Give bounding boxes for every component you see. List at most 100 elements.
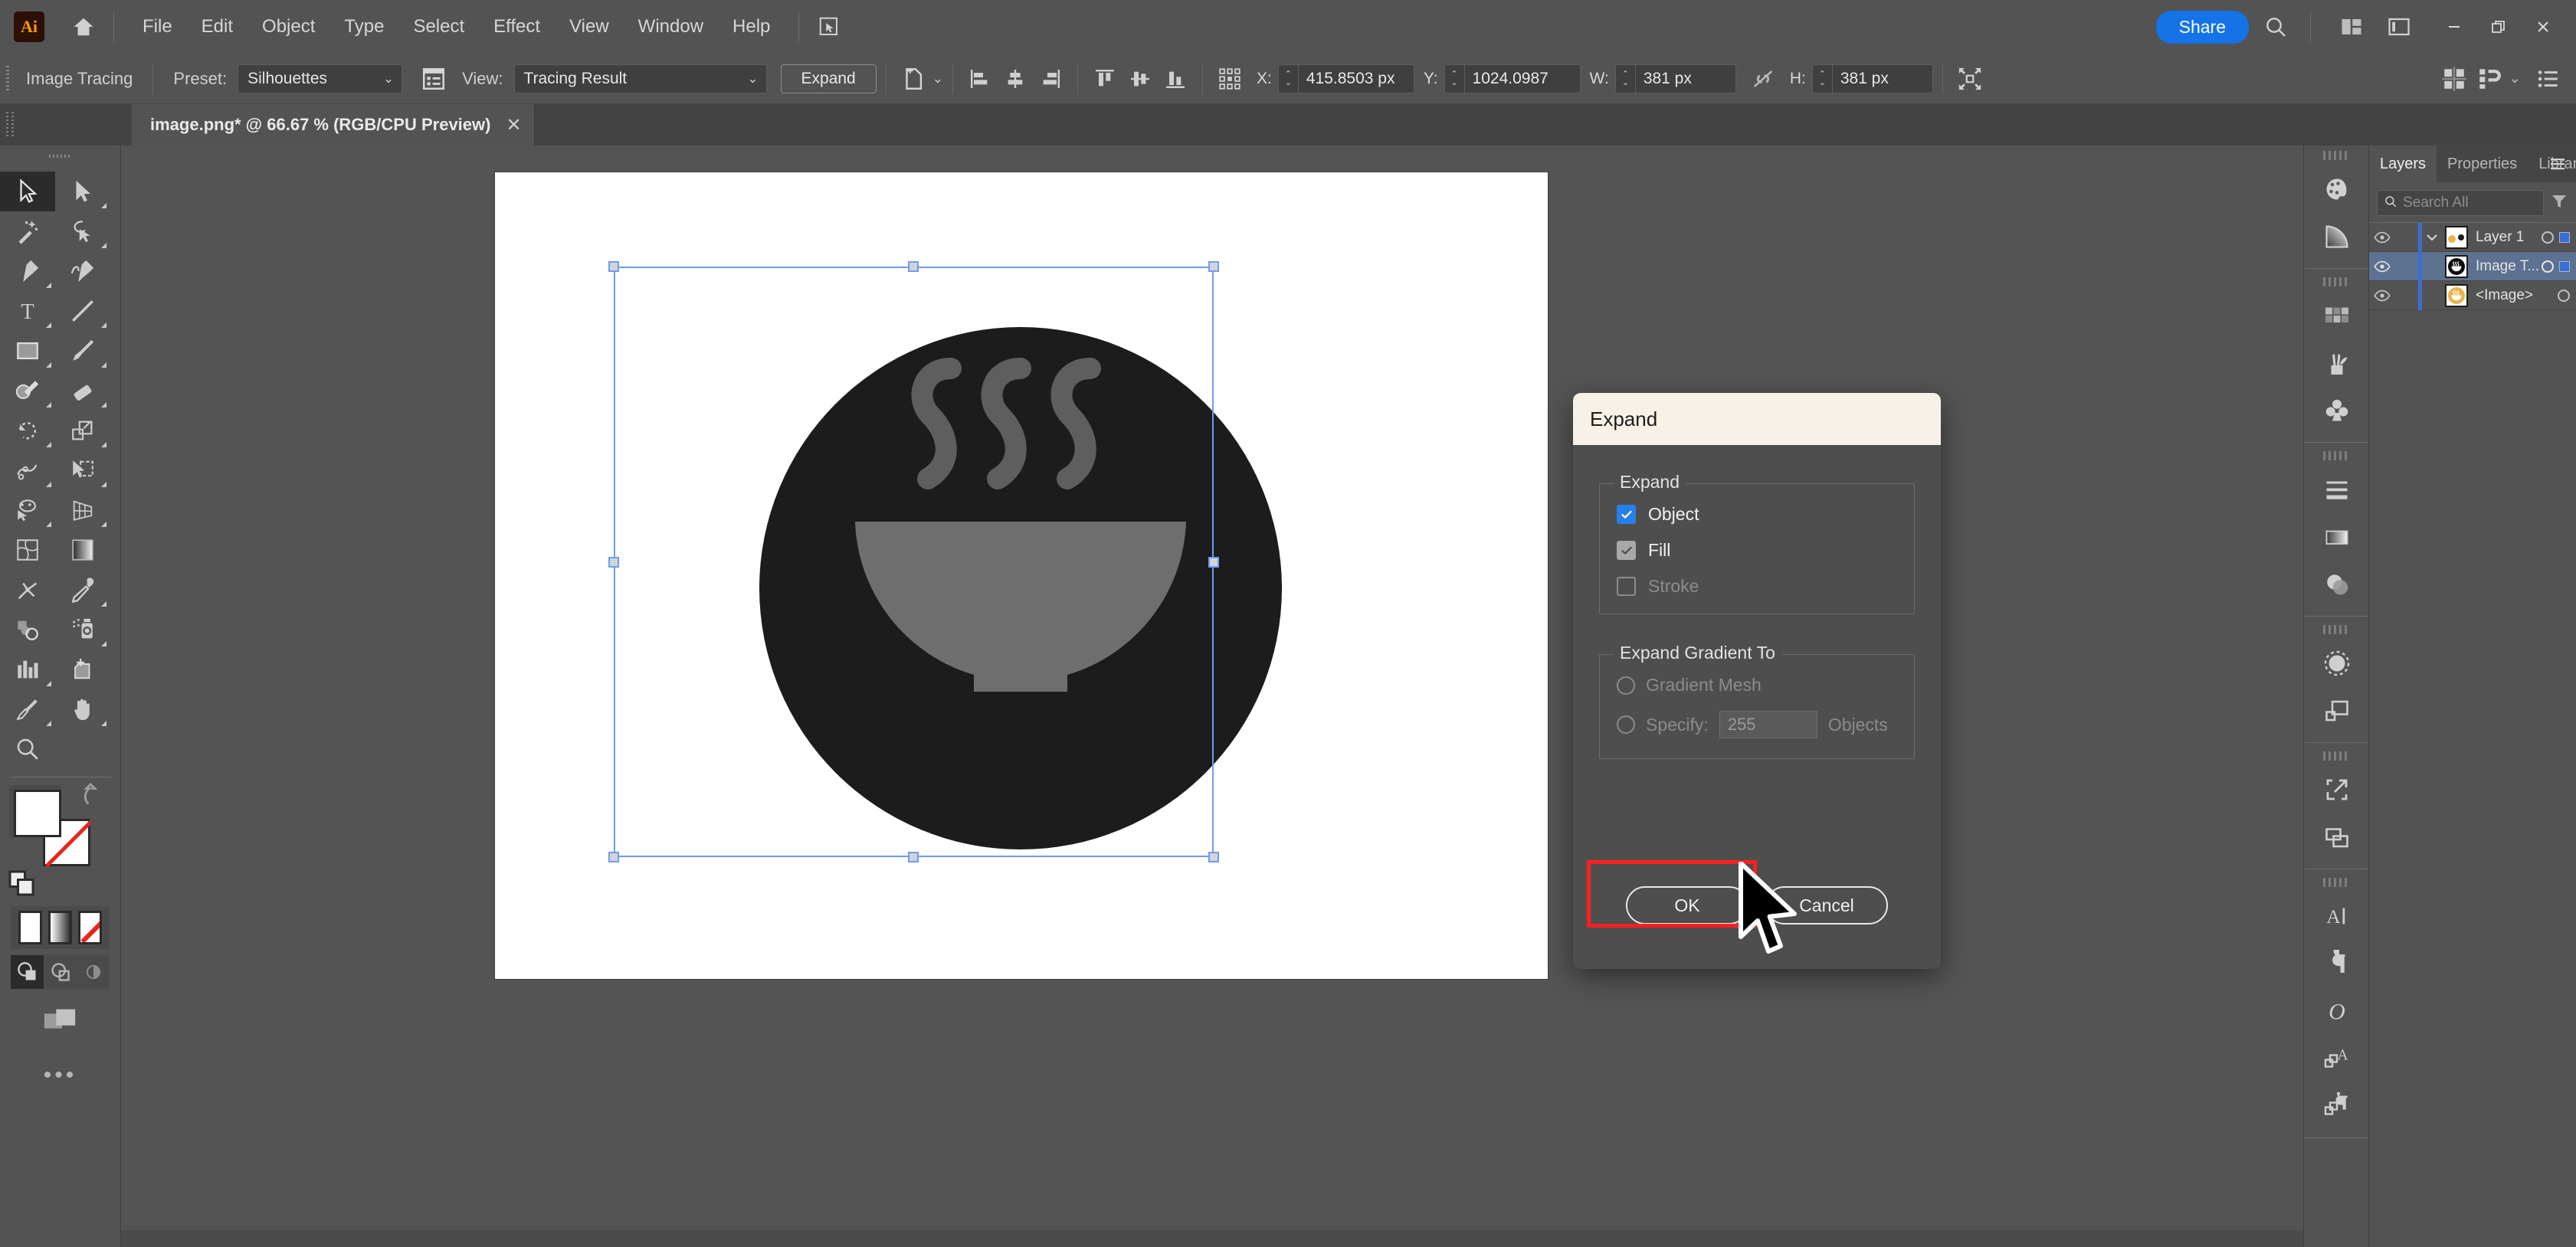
document-setup-icon[interactable] xyxy=(896,61,931,97)
character-panel-icon[interactable]: A xyxy=(2304,892,2370,940)
y-field[interactable]: ⌃⌄ 1024.0987 xyxy=(1444,64,1581,93)
edit-toolbar-icon[interactable]: ••• xyxy=(0,1062,120,1088)
appearance-panel-icon[interactable] xyxy=(2304,640,2370,687)
mesh-tool[interactable] xyxy=(0,530,55,570)
x-field[interactable]: ⌃⌄ 415.8503 px xyxy=(1278,64,1414,93)
align-vertical-center-icon[interactable] xyxy=(1122,61,1158,97)
puppet-warp-tool[interactable] xyxy=(0,570,55,610)
selection-tool[interactable] xyxy=(0,172,55,211)
h-stepper[interactable]: ⌃⌄ xyxy=(1813,65,1833,93)
w-field[interactable]: ⌃⌄ 381 px xyxy=(1615,64,1736,93)
column-graph-tool[interactable] xyxy=(0,650,55,689)
checkbox-fill-row[interactable]: Fill xyxy=(1617,540,1914,561)
align-right-icon[interactable] xyxy=(1033,61,1068,97)
blend-tool[interactable] xyxy=(0,610,55,650)
unlink-proportions-icon[interactable] xyxy=(1745,61,1781,97)
selection-handle-top-center[interactable] xyxy=(908,261,919,272)
checkbox-object[interactable] xyxy=(1617,505,1636,524)
slice-tool[interactable] xyxy=(0,689,55,729)
close-button[interactable] xyxy=(2521,10,2565,44)
chevron-down-icon[interactable]: ⌄ xyxy=(2509,70,2521,87)
tracing-panel-icon[interactable] xyxy=(416,61,451,97)
transparency-panel-icon[interactable] xyxy=(2304,561,2370,608)
draw-normal-icon[interactable] xyxy=(11,955,44,989)
paintbrush-tool[interactable] xyxy=(55,331,110,371)
menu-item-object[interactable]: Object xyxy=(247,10,329,44)
swap-fill-stroke-icon[interactable] xyxy=(80,782,106,808)
panel-menu-icon[interactable] xyxy=(2547,155,2568,177)
dock-group-grip[interactable] xyxy=(2304,446,2368,466)
gradient-tool[interactable] xyxy=(55,530,110,570)
layer-row-layer1[interactable]: Layer 1 xyxy=(2369,223,2576,252)
selection-handle-bottom-right[interactable] xyxy=(1208,852,1219,862)
search-icon[interactable] xyxy=(2255,6,2296,47)
share-button[interactable]: Share xyxy=(2156,11,2249,44)
dock-group-grip[interactable] xyxy=(2304,620,2368,640)
stroke-panel-icon[interactable] xyxy=(2304,466,2370,513)
target-circle-icon[interactable] xyxy=(2558,290,2570,302)
curvature-tool[interactable] xyxy=(55,251,110,291)
align-bottom-icon[interactable] xyxy=(1158,61,1193,97)
layers-search-box[interactable] xyxy=(2377,190,2544,216)
menu-item-help[interactable]: Help xyxy=(718,10,785,44)
symbol-sprayer-tool[interactable] xyxy=(55,610,110,650)
menu-item-file[interactable]: File xyxy=(128,10,187,44)
transform-icon[interactable] xyxy=(1952,61,1988,97)
menu-item-edit[interactable]: Edit xyxy=(187,10,247,44)
asset-export-panel-icon[interactable] xyxy=(2304,766,2370,813)
gradient-panel-icon[interactable] xyxy=(2304,513,2370,561)
color-guide-icon[interactable] xyxy=(2304,213,2370,260)
rectangle-tool[interactable] xyxy=(0,331,55,371)
dock-group-grip[interactable] xyxy=(2304,872,2368,892)
document-cursor-icon[interactable] xyxy=(813,11,845,43)
view-select[interactable]: Tracing Result ⌄ xyxy=(514,64,767,93)
layers-quick-icon[interactable] xyxy=(2304,687,2370,735)
color-panel-icon[interactable] xyxy=(2304,165,2370,213)
checkbox-object-row[interactable]: Object xyxy=(1617,504,1914,525)
layer-name[interactable]: Layer 1 xyxy=(2476,229,2524,246)
draw-inside-icon[interactable] xyxy=(77,955,110,989)
direct-selection-tool[interactable] xyxy=(55,172,110,211)
line-segment-tool[interactable] xyxy=(55,291,110,331)
artboard-tool[interactable] xyxy=(55,650,110,689)
preset-select[interactable]: Silhouettes ⌄ xyxy=(238,64,402,93)
align-left-icon[interactable] xyxy=(962,61,998,97)
layer-name[interactable]: <Image> xyxy=(2476,287,2533,304)
character-styles-icon[interactable]: A xyxy=(2304,1035,2370,1082)
menu-item-type[interactable]: Type xyxy=(329,10,398,44)
symbols-panel-icon[interactable] xyxy=(2304,387,2370,434)
close-icon[interactable]: ✕ xyxy=(506,114,521,136)
shape-builder-tool[interactable] xyxy=(0,490,55,530)
magic-wand-tool[interactable] xyxy=(0,211,55,251)
dock-group-grip[interactable] xyxy=(2304,272,2368,292)
align-horizontal-center-icon[interactable] xyxy=(998,61,1033,97)
artboards-panel-icon[interactable] xyxy=(2304,813,2370,861)
restore-button[interactable] xyxy=(2476,10,2521,44)
lasso-tool[interactable] xyxy=(55,211,110,251)
more-options-icon[interactable] xyxy=(2530,61,2565,97)
selection-handle-middle-left[interactable] xyxy=(608,557,619,568)
home-icon[interactable] xyxy=(67,11,100,43)
filter-icon[interactable] xyxy=(2550,192,2568,214)
ok-button[interactable]: OK xyxy=(1626,886,1748,925)
eraser-tool[interactable] xyxy=(55,371,110,411)
arrange-objects-icon[interactable] xyxy=(2472,61,2507,97)
x-stepper[interactable]: ⌃⌄ xyxy=(1279,65,1299,93)
visibility-eye-icon[interactable] xyxy=(2369,231,2395,244)
w-stepper[interactable]: ⌃⌄ xyxy=(1616,65,1636,93)
width-tool[interactable] xyxy=(0,450,55,490)
selection-handle-bottom-left[interactable] xyxy=(608,852,619,862)
checkbox-fill[interactable] xyxy=(1617,541,1636,560)
paragraph-panel-icon[interactable] xyxy=(2304,940,2370,987)
type-tool[interactable]: T xyxy=(0,291,55,331)
tools-panel-grip[interactable] xyxy=(0,146,120,167)
tab-layers[interactable]: Layers xyxy=(2369,146,2437,182)
layer-name[interactable]: Image T... xyxy=(2476,258,2539,275)
default-fill-stroke-icon[interactable] xyxy=(8,869,37,898)
target-circle-icon[interactable] xyxy=(2542,231,2554,244)
selection-handle-top-left[interactable] xyxy=(608,261,619,272)
menu-item-window[interactable]: Window xyxy=(624,10,718,44)
perspective-grid-tool[interactable] xyxy=(55,490,110,530)
shaper-tool[interactable] xyxy=(0,371,55,411)
target-circle-selected-icon[interactable] xyxy=(2542,260,2554,273)
